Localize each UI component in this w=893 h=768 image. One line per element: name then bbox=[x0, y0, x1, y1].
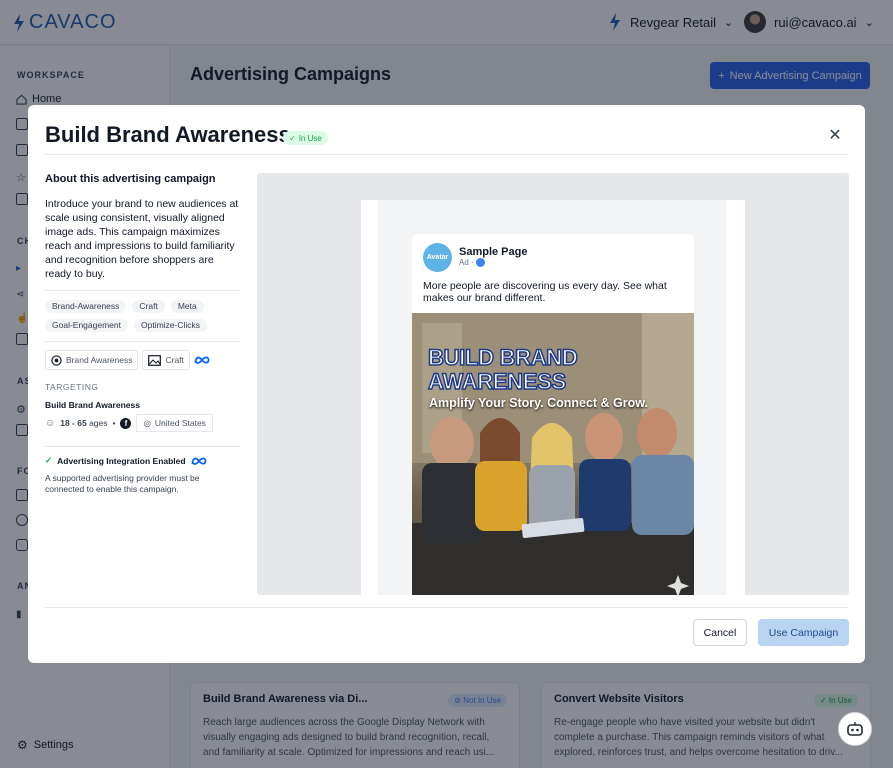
campaign-modal: Build Brand Awareness ✓ In Use ✕ About t… bbox=[28, 105, 865, 663]
cancel-button[interactable]: Cancel bbox=[693, 619, 747, 646]
device-frame: Avatar Sample Page Ad · More people are … bbox=[361, 200, 745, 595]
facebook-icon: f bbox=[120, 417, 132, 429]
post-image: BUILD BRAND AWARENESS Amplify Your Story.… bbox=[412, 313, 694, 595]
age-range: 18 - 65 ages bbox=[60, 418, 108, 428]
check-icon: ✓ bbox=[45, 455, 53, 465]
device-screen: Avatar Sample Page Ad · More people are … bbox=[378, 200, 726, 595]
map-pin-icon: ◎ bbox=[143, 417, 151, 428]
integration-note: A supported advertising provider must be… bbox=[45, 473, 200, 494]
use-campaign-button[interactable]: Use Campaign bbox=[758, 619, 849, 646]
location-badge: ◎ United States bbox=[136, 414, 213, 432]
divider bbox=[45, 290, 240, 291]
tag-chip: Optimize-Clicks bbox=[134, 319, 208, 332]
tool-list: Brand Awareness Craft bbox=[45, 350, 240, 370]
image-icon bbox=[148, 354, 162, 366]
chatbot-button[interactable] bbox=[838, 712, 872, 746]
post-page-name: Sample Page bbox=[459, 246, 528, 258]
about-heading: About this advertising campaign bbox=[45, 173, 216, 185]
post-avatar: Avatar bbox=[423, 243, 452, 272]
modal-title: Build Brand Awareness bbox=[45, 122, 291, 147]
tag-chip: Meta bbox=[170, 300, 204, 313]
about-text: Introduce your brand to new audiences at… bbox=[45, 198, 239, 280]
ad-preview: Avatar Sample Page Ad · More people are … bbox=[257, 173, 849, 595]
targeting-details: ☺ 18 - 65 ages • f ◎ United States bbox=[45, 414, 240, 432]
targeting-name: Build Brand Awareness bbox=[45, 400, 140, 410]
tag-chip: Brand-Awareness bbox=[45, 300, 127, 313]
tag-chip: Goal-Engagement bbox=[45, 319, 128, 332]
campaign-details: About this advertising campaign Introduc… bbox=[45, 173, 240, 495]
users-icon: ☺ bbox=[45, 417, 56, 429]
close-button[interactable]: ✕ bbox=[827, 128, 843, 144]
footer-divider bbox=[45, 607, 848, 608]
post-text: More people are discovering us every day… bbox=[423, 280, 667, 304]
check-circle-icon: ✓ bbox=[289, 133, 296, 143]
facebook-post: Avatar Sample Page Ad · More people are … bbox=[412, 234, 694, 595]
header-divider bbox=[45, 154, 848, 155]
integration-status: ✓ Advertising Integration Enabled bbox=[45, 455, 240, 466]
globe-icon bbox=[475, 258, 485, 267]
targeting-heading: TARGETING bbox=[45, 382, 99, 392]
status-badge: ✓ In Use bbox=[283, 131, 328, 145]
meta-icon bbox=[191, 456, 206, 465]
tag-chip: Craft bbox=[132, 300, 165, 313]
tool-brand-awareness: Brand Awareness bbox=[45, 350, 139, 370]
image-tagline: Amplify Your Story. Connect & Grow. bbox=[429, 396, 649, 410]
tool-craft: Craft bbox=[142, 350, 190, 370]
image-headline: BUILD BRAND AWARENESS bbox=[427, 345, 578, 395]
divider bbox=[45, 341, 240, 342]
meta-icon bbox=[194, 356, 210, 364]
robot-icon bbox=[847, 722, 863, 736]
divider bbox=[45, 446, 240, 447]
tag-list: Brand-Awareness Craft Meta Goal-Engageme… bbox=[45, 300, 240, 332]
post-ad-label: Ad · bbox=[459, 258, 485, 267]
close-icon: ✕ bbox=[828, 127, 842, 144]
target-icon bbox=[51, 354, 62, 366]
